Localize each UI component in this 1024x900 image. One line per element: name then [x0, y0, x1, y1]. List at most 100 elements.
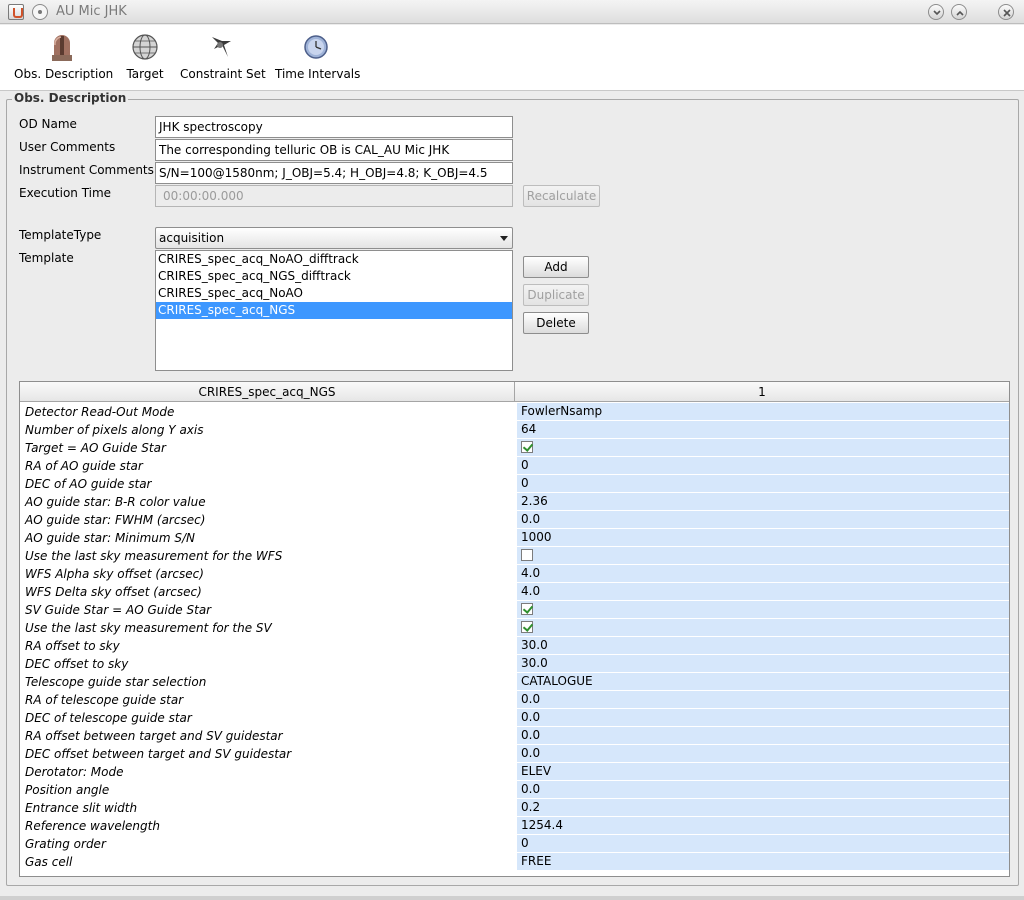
unchecked-checkbox[interactable] [521, 549, 533, 561]
table-header: CRIRES_spec_acq_NGS 1 [20, 382, 1009, 402]
table-row[interactable]: DEC of AO guide star 0 [20, 475, 1009, 493]
obs-description-icon [46, 31, 78, 63]
parameter-name: Derotator: Mode [25, 765, 124, 779]
parameter-value[interactable]: 30.0 [517, 637, 1009, 654]
toolbar-label: Obs. Description [14, 67, 114, 81]
table-row[interactable]: DEC of telescope guide star 0.0 [20, 709, 1009, 727]
template-list-item[interactable]: CRIRES_spec_acq_NoAO [156, 285, 512, 302]
table-row[interactable]: AO guide star: Minimum S/N 1000 [20, 529, 1009, 547]
parameter-value[interactable]: 0.2 [517, 799, 1009, 816]
parameter-value[interactable]: 30.0 [517, 655, 1009, 672]
toolbar-target-button[interactable]: Target [124, 31, 166, 81]
parameter-value[interactable]: 0.0 [517, 781, 1009, 798]
globe-icon [129, 31, 161, 63]
parameter-name: Telescope guide star selection [25, 675, 207, 689]
parameter-value-cell[interactable] [517, 601, 1009, 618]
toolbar-obs-description-button[interactable]: Obs. Description [14, 31, 114, 81]
parameter-name: Gas cell [25, 855, 73, 869]
table-row[interactable]: Grating order 0 [20, 835, 1009, 853]
parameter-value[interactable]: 1254.4 [517, 817, 1009, 834]
table-row[interactable]: AO guide star: FWHM (arcsec) 0.0 [20, 511, 1009, 529]
table-row[interactable]: Entrance slit width 0.2 [20, 799, 1009, 817]
template-list[interactable]: CRIRES_spec_acq_NoAO_difftrack CRIRES_sp… [155, 250, 513, 371]
table-row[interactable]: WFS Delta sky offset (arcsec) 4.0 [20, 583, 1009, 601]
table-row[interactable]: Gas cell FREE [20, 853, 1009, 871]
toolbar-constraint-set-button[interactable]: Constraint Set [180, 31, 266, 81]
table-row[interactable]: DEC offset between target and SV guidest… [20, 745, 1009, 763]
table-row[interactable]: RA of AO guide star 0 [20, 457, 1009, 475]
user-comments-field[interactable]: The corresponding telluric OB is CAL_AU … [155, 139, 513, 161]
table-row[interactable]: WFS Alpha sky offset (arcsec) 4.0 [20, 565, 1009, 583]
table-row[interactable]: Use the last sky measurement for the WFS [20, 547, 1009, 565]
parameter-value[interactable]: 0.0 [517, 745, 1009, 762]
parameter-name: Target = AO Guide Star [25, 441, 166, 455]
parameter-value[interactable]: 0.0 [517, 709, 1009, 726]
parameter-value[interactable]: 0 [517, 835, 1009, 852]
close-icon[interactable] [998, 4, 1014, 20]
parameter-value-cell[interactable] [517, 547, 1009, 564]
od-name-field[interactable]: JHK spectroscopy [155, 116, 513, 138]
parameter-value[interactable]: 4.0 [517, 565, 1009, 582]
column-header-template[interactable]: CRIRES_spec_acq_NGS [20, 382, 515, 402]
parameter-value[interactable]: FowlerNsamp [517, 403, 1009, 420]
template-list-item-selected[interactable]: CRIRES_spec_acq_NGS [156, 302, 512, 319]
table-row[interactable]: Derotator: Mode ELEV [20, 763, 1009, 781]
execution-time-label: Execution Time [19, 186, 112, 200]
toolbar-time-intervals-button[interactable]: Time Intervals [275, 31, 360, 81]
parameter-value-cell[interactable] [517, 619, 1009, 636]
window-title: AU Mic JHK [56, 4, 127, 19]
table-row[interactable]: SV Guide Star = AO Guide Star [20, 601, 1009, 619]
table-row[interactable]: RA offset between target and SV guidesta… [20, 727, 1009, 745]
instrument-comments-field[interactable]: S/N=100@1580nm; J_OBJ=5.4; H_OBJ=4.8; K_… [155, 162, 513, 184]
execution-time-field: 00:00:00.000 [155, 185, 513, 207]
table-row[interactable]: Number of pixels along Y axis 64 [20, 421, 1009, 439]
parameter-value[interactable]: 64 [517, 421, 1009, 438]
table-row[interactable]: Use the last sky measurement for the SV [20, 619, 1009, 637]
parameter-value[interactable]: CATALOGUE [517, 673, 1009, 690]
recalculate-button[interactable]: Recalculate [523, 185, 600, 207]
table-row[interactable]: Reference wavelength 1254.4 [20, 817, 1009, 835]
parameter-name: WFS Alpha sky offset (arcsec) [25, 567, 204, 581]
table-row[interactable]: DEC offset to sky 30.0 [20, 655, 1009, 673]
parameter-value[interactable]: 2.36 [517, 493, 1009, 510]
window-menu-icon[interactable] [32, 4, 48, 20]
parameter-value[interactable]: 0 [517, 475, 1009, 492]
user-comments-label: User Comments [19, 140, 116, 154]
parameter-value[interactable]: 0 [517, 457, 1009, 474]
parameter-name: Entrance slit width [25, 801, 138, 815]
add-button[interactable]: Add [523, 256, 589, 278]
parameter-name: RA offset between target and SV guidesta… [25, 729, 283, 743]
checked-checkbox[interactable] [521, 441, 533, 453]
parameter-name: AO guide star: Minimum S/N [25, 531, 196, 545]
table-row[interactable]: Target = AO Guide Star [20, 439, 1009, 457]
duplicate-button[interactable]: Duplicate [523, 284, 589, 306]
parameter-value[interactable]: FREE [517, 853, 1009, 870]
table-row[interactable]: AO guide star: B-R color value 2.36 [20, 493, 1009, 511]
template-list-item[interactable]: CRIRES_spec_acq_NoAO_difftrack [156, 251, 512, 268]
checked-checkbox[interactable] [521, 603, 533, 615]
window-bottom-edge [0, 896, 1024, 900]
parameter-name: WFS Delta sky offset (arcsec) [25, 585, 202, 599]
parameter-value[interactable]: ELEV [517, 763, 1009, 780]
template-list-item[interactable]: CRIRES_spec_acq_NGS_difftrack [156, 268, 512, 285]
parameter-value[interactable]: 4.0 [517, 583, 1009, 600]
table-row[interactable]: Detector Read-Out Mode FowlerNsamp [20, 403, 1009, 421]
parameter-value[interactable]: 0.0 [517, 691, 1009, 708]
table-row[interactable]: RA offset to sky 30.0 [20, 637, 1009, 655]
checked-checkbox[interactable] [521, 621, 533, 633]
column-header-value[interactable]: 1 [515, 382, 1009, 402]
minimize-icon[interactable] [928, 4, 944, 20]
delete-button[interactable]: Delete [523, 312, 589, 334]
table-row[interactable]: RA of telescope guide star 0.0 [20, 691, 1009, 709]
parameter-value[interactable]: 1000 [517, 529, 1009, 546]
table-row[interactable]: Telescope guide star selection CATALOGUE [20, 673, 1009, 691]
template-type-select[interactable]: acquisition [155, 227, 513, 249]
parameter-value-cell[interactable] [517, 439, 1009, 456]
table-row[interactable]: Position angle 0.0 [20, 781, 1009, 799]
parameter-value[interactable]: 0.0 [517, 511, 1009, 528]
template-type-label: TemplateType [19, 228, 102, 242]
parameter-name: RA offset to sky [25, 639, 120, 653]
parameter-name: Reference wavelength [25, 819, 160, 833]
parameter-value[interactable]: 0.0 [517, 727, 1009, 744]
maximize-icon[interactable] [951, 4, 967, 20]
